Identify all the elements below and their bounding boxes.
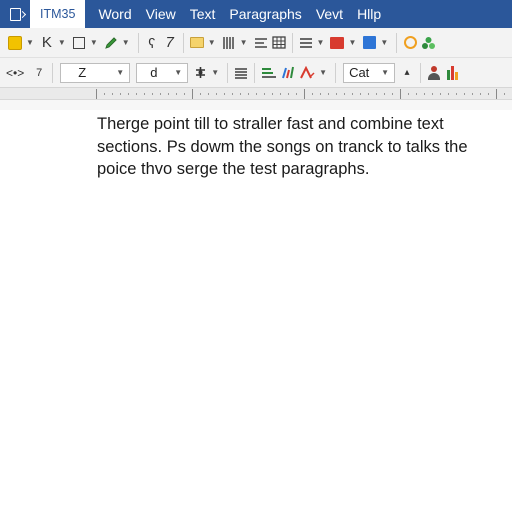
ruler-marker: [496, 89, 497, 99]
bold-button[interactable]: K: [38, 32, 56, 54]
border-icon: [72, 36, 85, 49]
table-button[interactable]: [270, 32, 288, 54]
chevron-down-icon: ▼: [116, 68, 125, 77]
search-button[interactable]: [401, 32, 419, 54]
text-effects-icon: [195, 67, 205, 78]
person-icon: [428, 65, 441, 80]
menu-paragraphs[interactable]: Paragraphs: [222, 0, 308, 28]
ruler-marker: [400, 89, 401, 99]
account-button[interactable]: [425, 62, 443, 84]
highlight-icon: [262, 68, 277, 78]
search-icon: [403, 36, 417, 49]
font-select[interactable]: Z ▼: [60, 62, 131, 83]
columns-icon: [222, 36, 234, 49]
style-more-button[interactable]: ▴: [398, 62, 416, 84]
toolbar-divider: [227, 62, 229, 83]
menu-bar: ITM35 Word View Text Paragraphs Vevt Hll…: [0, 0, 512, 28]
insert-image-button[interactable]: [328, 32, 346, 54]
folder-icon: [189, 37, 204, 48]
undo-count: 7: [36, 66, 43, 79]
border-button[interactable]: [70, 32, 88, 54]
insert-image-dropdown[interactable]: ▼: [348, 38, 356, 47]
font-select-value: Z: [78, 65, 87, 80]
font-color-icon: [300, 65, 315, 78]
list-button[interactable]: [297, 32, 315, 54]
horizontal-ruler[interactable]: [0, 88, 512, 100]
paste-button[interactable]: [6, 32, 24, 54]
list-icon: [299, 37, 312, 48]
document-paragraph[interactable]: Therge point till to straller fast and c…: [97, 113, 507, 181]
font-color-button[interactable]: [297, 62, 317, 84]
table-icon: [271, 36, 286, 49]
border-dropdown[interactable]: ▼: [90, 38, 98, 47]
toolbar-divider: [52, 62, 54, 83]
menu-view[interactable]: View: [139, 0, 183, 28]
columns-dropdown[interactable]: ▼: [240, 38, 248, 47]
clipboard-icon: [8, 35, 22, 50]
size-select-value: d: [150, 65, 158, 80]
paste-dropdown[interactable]: ▼: [26, 38, 34, 47]
page-margin: [0, 100, 512, 110]
toolbar-divider: [335, 62, 337, 83]
share-icon: [422, 36, 436, 49]
picture-icon: [362, 36, 376, 49]
font-color-dropdown[interactable]: ▼: [319, 68, 327, 77]
undo-button[interactable]: <•>: [4, 62, 26, 84]
pen-button[interactable]: [102, 32, 120, 54]
align-icon: [254, 37, 267, 48]
menu-word[interactable]: Word: [91, 0, 138, 28]
highlight-button[interactable]: [259, 62, 279, 84]
picture-button[interactable]: [360, 32, 378, 54]
formatting-toolbar: ▼ K ▼ ▼ ▼ ʕ 7 ▼ ▼ ▼ ▼ ▼: [0, 28, 512, 58]
text-effects-button[interactable]: [191, 62, 209, 84]
ruler-marker: [304, 89, 305, 99]
toolbar-divider: [254, 62, 256, 83]
font-toolbar: <•> 7 Z ▼ d ▼ ▼ ▼ Cat ▼ ▴: [0, 58, 512, 88]
ruler-marker: [192, 89, 193, 99]
menu-vevt[interactable]: Vevt: [309, 0, 350, 28]
ruler-marker[interactable]: [96, 89, 97, 99]
app-document-icon[interactable]: [0, 0, 30, 28]
toolbar-divider: [396, 32, 398, 53]
italic-button[interactable]: 7: [161, 32, 179, 54]
image-icon: [330, 36, 345, 49]
menu-help[interactable]: Hllp: [350, 0, 388, 28]
justify-icon: [235, 67, 248, 79]
pen-dropdown[interactable]: ▼: [122, 38, 130, 47]
style-select[interactable]: Cat ▼: [343, 62, 396, 83]
justify-button[interactable]: [232, 62, 250, 84]
share-button[interactable]: [419, 32, 438, 54]
chevron-down-icon: ▼: [174, 68, 183, 77]
format-painter-button[interactable]: ʕ: [143, 32, 161, 54]
align-button[interactable]: [252, 32, 270, 54]
bold-dropdown[interactable]: ▼: [58, 38, 66, 47]
toolbar-divider: [182, 32, 184, 53]
stats-button[interactable]: [443, 62, 461, 84]
paragraph-line: poice thvo serge the test paragraphs.: [97, 160, 370, 178]
picture-dropdown[interactable]: ▼: [380, 38, 388, 47]
toolbar-divider: [291, 32, 293, 53]
open-dropdown[interactable]: ▼: [208, 38, 216, 47]
chart-button[interactable]: [279, 62, 297, 84]
bar-chart-icon: [446, 65, 458, 80]
text-effects-dropdown[interactable]: ▼: [211, 68, 219, 77]
menu-text[interactable]: Text: [183, 0, 223, 28]
chevron-down-icon: ▼: [381, 68, 390, 77]
chart-icon: [282, 66, 295, 79]
size-select[interactable]: d ▼: [136, 62, 189, 83]
pen-icon: [104, 36, 117, 49]
toolbar-divider: [420, 62, 422, 83]
tab-active[interactable]: ITM35: [30, 0, 86, 28]
paragraph-line: sections. Ps dowm the songs on tranck to…: [97, 137, 468, 156]
open-button[interactable]: [188, 32, 206, 54]
list-dropdown[interactable]: ▼: [317, 38, 325, 47]
style-select-value: Cat: [349, 65, 370, 80]
toolbar-divider: [137, 32, 139, 53]
paragraph-line: Therge point till to straller fast and c…: [97, 115, 444, 133]
columns-button[interactable]: [220, 32, 238, 54]
